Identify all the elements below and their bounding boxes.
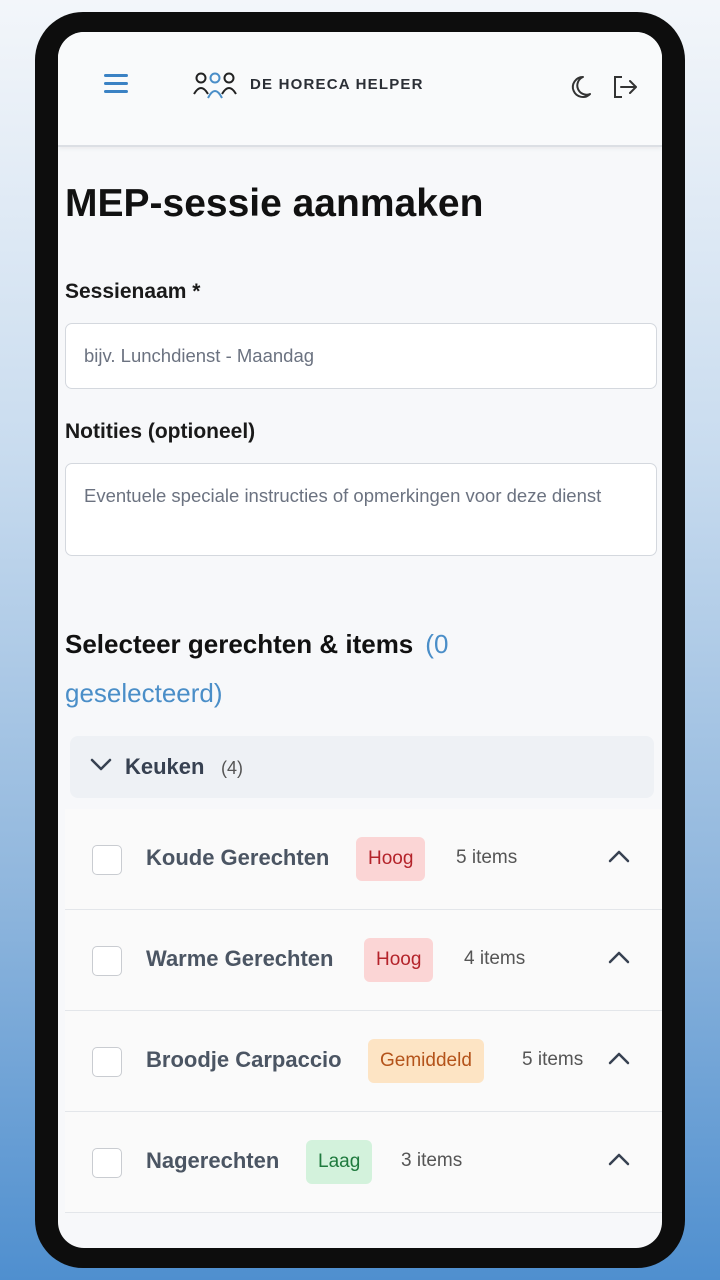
chevron-up-icon[interactable] [608, 849, 630, 863]
item-checkbox[interactable] [92, 1148, 122, 1178]
item-name: Nagerechten [146, 1148, 280, 1173]
list-item-warme-gerechten: Warme Gerechten Hoog 4 items [65, 910, 662, 1011]
notes-textarea[interactable] [65, 463, 657, 556]
notes-label: Notities (optioneel) [65, 420, 256, 443]
group-count: (4) [221, 758, 243, 778]
priority-badge: Hoog [364, 938, 434, 982]
selection-title: Selecteer gerechten & items [65, 629, 414, 659]
group-name: Keuken [125, 754, 205, 779]
item-checkbox[interactable] [92, 946, 122, 976]
item-count: 4 items [464, 948, 526, 969]
list-item-koude-gerechten: Koude Gerechten Hoog 5 items [65, 809, 662, 910]
item-name: Koude Gerechten [146, 845, 330, 870]
chevron-up-icon[interactable] [608, 950, 630, 964]
chevron-up-icon[interactable] [608, 1152, 630, 1166]
selection-heading: Selecteer gerechten & items (0 geselectee… [65, 620, 545, 718]
top-navigation-bar: DE HORECA HELPER [58, 32, 662, 147]
chevron-up-icon[interactable] [608, 1051, 630, 1065]
app-screen: DE HORECA HELPER MEP-sessie aanmaken Ses… [58, 32, 662, 1248]
item-checkbox[interactable] [92, 845, 122, 875]
item-name: Warme Gerechten [146, 946, 334, 971]
priority-badge: Hoog [356, 837, 426, 881]
list-item-nagerechten: Nagerechten Laag 3 items [65, 1112, 662, 1213]
logout-icon[interactable] [610, 72, 640, 102]
session-name-label: Sessienaam * [65, 280, 201, 303]
brand-name: DE HORECA HELPER [250, 76, 424, 93]
moon-icon[interactable] [570, 72, 600, 102]
menu-icon[interactable] [104, 74, 132, 98]
item-count: 3 items [401, 1150, 463, 1171]
session-name-input[interactable] [65, 323, 657, 389]
list-item-broodje-carpaccio: Broodje Carpaccio Gemiddeld 5 items [65, 1011, 662, 1112]
item-count: 5 items [522, 1049, 584, 1070]
people-logo-icon [193, 72, 237, 99]
item-checkbox[interactable] [92, 1047, 122, 1077]
page-title: MEP-sessie aanmaken [65, 182, 484, 225]
priority-badge: Gemiddeld [368, 1039, 484, 1083]
priority-badge: Laag [306, 1140, 373, 1184]
item-name: Broodje Carpaccio [146, 1047, 342, 1072]
group-header-keuken[interactable]: Keuken (4) [70, 736, 654, 798]
item-count: 5 items [456, 847, 518, 868]
chevron-down-icon [90, 758, 112, 771]
